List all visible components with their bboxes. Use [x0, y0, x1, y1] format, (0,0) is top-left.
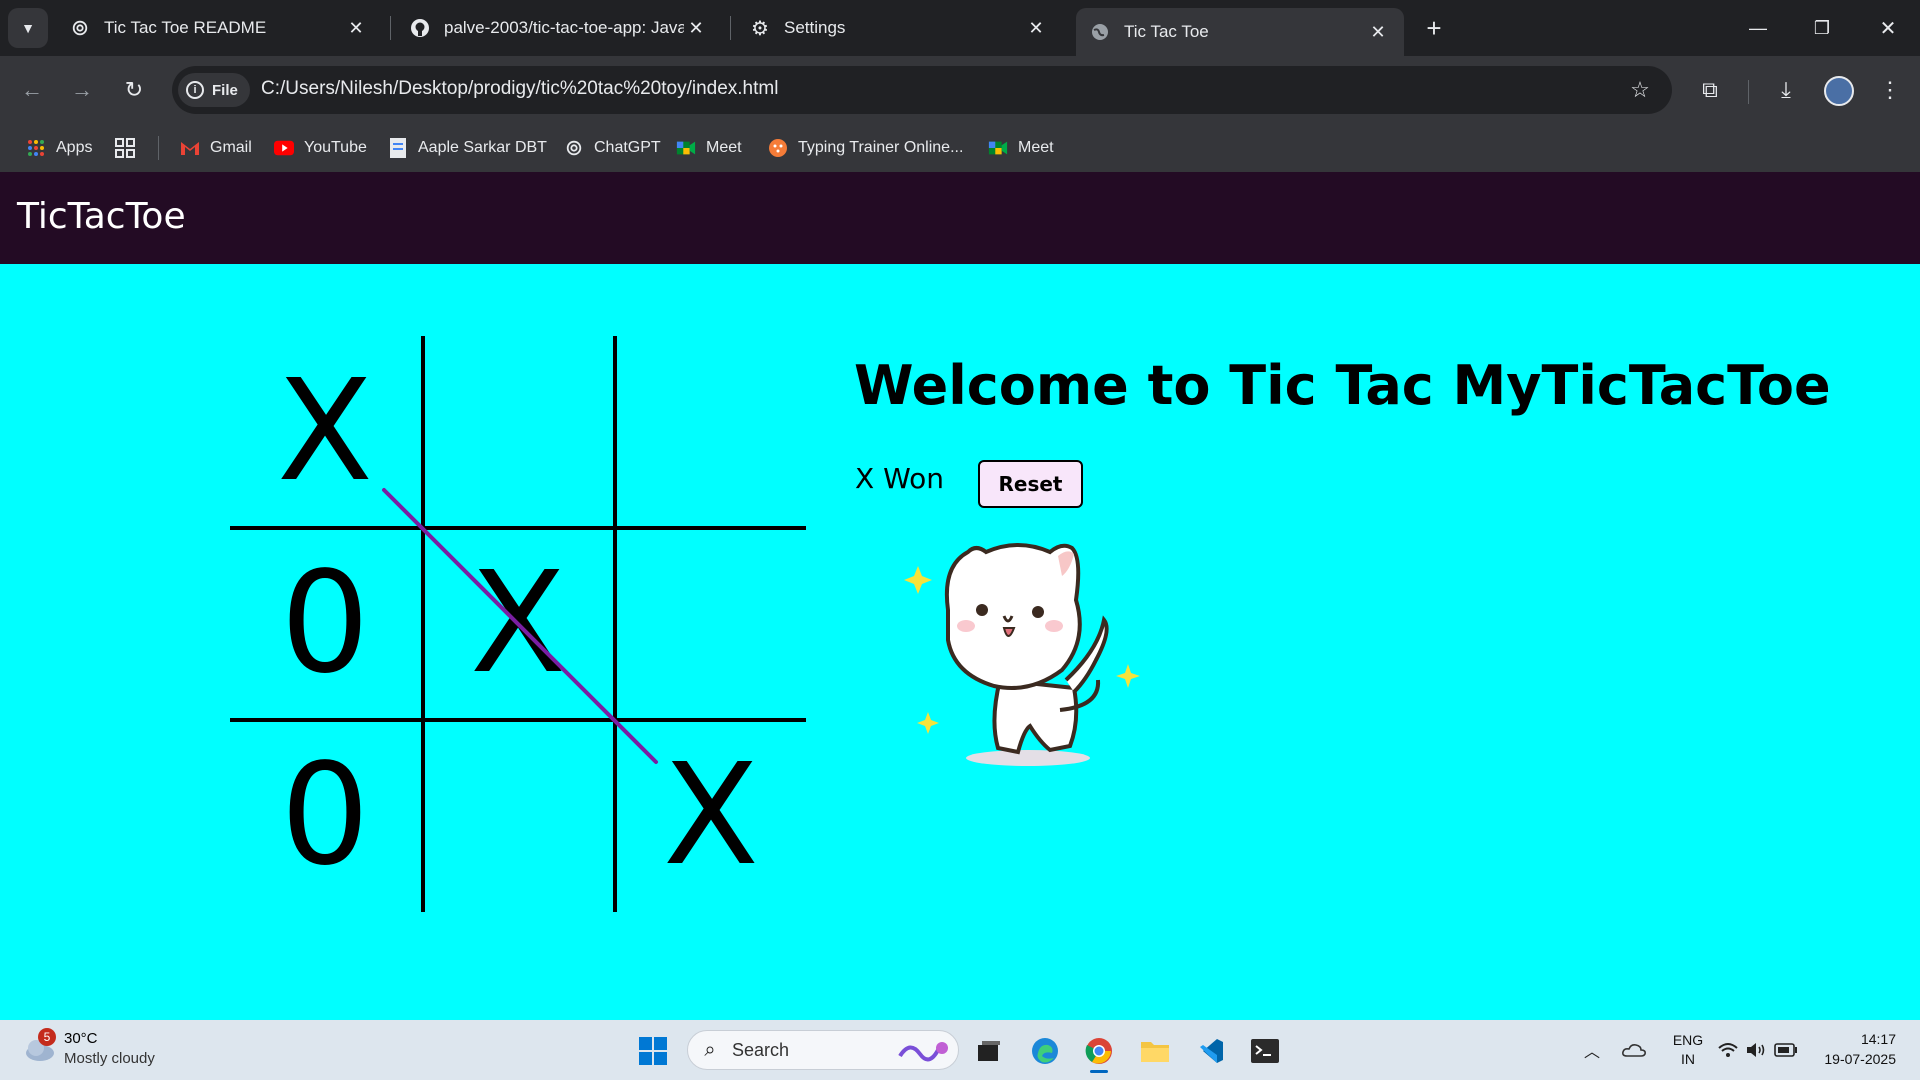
site-info-chip[interactable]: i File [178, 73, 250, 107]
game-status: X Won [855, 462, 945, 495]
gmail-icon [180, 138, 200, 158]
tab-groups-icon[interactable] [114, 130, 136, 166]
reset-button[interactable]: Reset [978, 460, 1083, 508]
menu-kebab-icon[interactable]: ⋮ [1870, 70, 1910, 110]
search-highlight-icon [896, 1036, 952, 1064]
bookmark-label: Apps [56, 139, 93, 156]
bookmark-gmail[interactable]: Gmail [180, 130, 252, 166]
bookmark-divider [158, 136, 159, 160]
close-icon[interactable]: ✕ [344, 16, 368, 40]
bookmark-label: Gmail [210, 139, 252, 156]
gear-icon: ⚙ [751, 17, 769, 40]
weather-desc[interactable]: Mostly cloudy [64, 1050, 155, 1067]
tab-tic-tac-toe[interactable]: Tic Tac Toe ✕ [1076, 8, 1404, 56]
bookmark-label: Meet [706, 139, 742, 156]
weather-badge: 5 [38, 1028, 56, 1046]
typing-trainer-icon [768, 138, 788, 158]
bookmark-apps[interactable]: Apps [26, 130, 92, 166]
bookmark-label: Aaple Sarkar DBT [418, 139, 547, 156]
close-icon[interactable]: ✕ [1366, 20, 1390, 44]
language-line2[interactable]: IN [1668, 1051, 1708, 1067]
game-board: X 0 X 0 X [230, 336, 806, 912]
bookmark-star-icon[interactable]: ☆ [1620, 70, 1660, 110]
task-view-icon[interactable] [972, 1034, 1006, 1068]
reload-icon[interactable]: ↻ [114, 70, 154, 110]
tab-search-dropdown-icon[interactable]: ▼ [8, 8, 48, 48]
tab-divider [390, 16, 391, 40]
bookmark-typing-trainer[interactable]: Typing Trainer Online... [768, 130, 963, 166]
window-close-icon[interactable]: ✕ [1868, 8, 1908, 48]
document-icon [388, 138, 408, 158]
volume-icon[interactable] [1744, 1038, 1768, 1062]
tab-label: Tic Tac Toe [1124, 22, 1209, 41]
download-icon[interactable]: ⤓ [1766, 70, 1806, 110]
bookmark-label: ChatGPT [594, 139, 661, 156]
apps-grid-icon [26, 138, 46, 158]
file-explorer-icon[interactable] [1138, 1034, 1172, 1068]
chevron-up-icon[interactable]: ︿ [1580, 1038, 1604, 1062]
scheme-label: File [212, 81, 238, 99]
chrome-icon[interactable] [1082, 1034, 1116, 1068]
site-brand: TicTacToe [17, 196, 186, 237]
bookmark-label: Meet [1018, 139, 1054, 156]
bookmark-aaple-sarkar[interactable]: Aaple Sarkar DBT [388, 130, 547, 166]
weather-temp[interactable]: 30°C [64, 1030, 98, 1047]
new-tab-button[interactable]: + [1414, 8, 1454, 48]
battery-icon[interactable] [1772, 1038, 1800, 1062]
url-text[interactable]: C:/Users/Nilesh/Desktop/prodigy/tic%20ta… [261, 78, 778, 100]
openai-icon [564, 138, 584, 158]
site-navbar [0, 172, 1920, 264]
github-icon [410, 18, 430, 38]
tab-label: Settings [784, 18, 846, 37]
avatar[interactable] [1824, 76, 1854, 106]
openai-icon [70, 18, 90, 38]
bookmark-meet[interactable]: Meet [676, 130, 742, 166]
page-heading: Welcome to Tic Tac MyTicTacToe [854, 354, 1831, 417]
info-icon: i [186, 81, 204, 99]
edge-icon[interactable] [1028, 1034, 1062, 1068]
tab-divider [730, 16, 731, 40]
bookmark-label: YouTube [304, 139, 367, 156]
tab-settings[interactable]: ⚙ Settings ✕ [736, 8, 1062, 48]
active-app-indicator [1090, 1070, 1108, 1073]
back-icon[interactable]: ← [12, 70, 52, 110]
bookmark-meet-2[interactable]: Meet [988, 130, 1054, 166]
win-line [382, 488, 658, 764]
vscode-icon[interactable] [1194, 1034, 1228, 1068]
tab-label: Tic Tac Toe README [104, 18, 267, 37]
tab-label: palve-2003/tic-tac-toe-app: JavaSc [444, 18, 684, 37]
bookmark-youtube[interactable]: YouTube [274, 130, 367, 166]
clock-time[interactable]: 14:17 [1826, 1031, 1896, 1047]
search-icon: ⌕ [704, 1038, 716, 1061]
tab-github[interactable]: palve-2003/tic-tac-toe-app: JavaSc ✕ [396, 8, 722, 48]
bookmark-chatgpt[interactable]: ChatGPT [564, 130, 661, 166]
bookmark-label: Typing Trainer Online... [798, 139, 964, 156]
onedrive-icon[interactable] [1620, 1036, 1648, 1064]
toolbar-divider [1748, 80, 1749, 104]
wifi-icon[interactable] [1716, 1038, 1740, 1062]
language-line1[interactable]: ENG [1668, 1032, 1708, 1048]
minimize-icon[interactable]: — [1738, 8, 1778, 48]
meet-icon [676, 138, 696, 158]
terminal-icon[interactable] [1248, 1034, 1282, 1068]
restore-icon[interactable]: ❐ [1802, 8, 1842, 48]
youtube-icon [274, 138, 294, 158]
cute-cat-image [904, 543, 1140, 766]
close-icon[interactable]: ✕ [1024, 16, 1048, 40]
close-icon[interactable]: ✕ [684, 16, 708, 40]
tab-readme[interactable]: Tic Tac Toe README ✕ [56, 8, 382, 48]
meet-icon [988, 138, 1008, 158]
forward-icon[interactable]: → [62, 70, 102, 110]
windows-start-icon[interactable] [636, 1034, 670, 1068]
extensions-icon[interactable]: ⧉ [1690, 70, 1730, 110]
search-placeholder: Search [732, 1040, 790, 1060]
globe-icon [1090, 22, 1110, 42]
clock-date[interactable]: 19-07-2025 [1806, 1051, 1896, 1067]
